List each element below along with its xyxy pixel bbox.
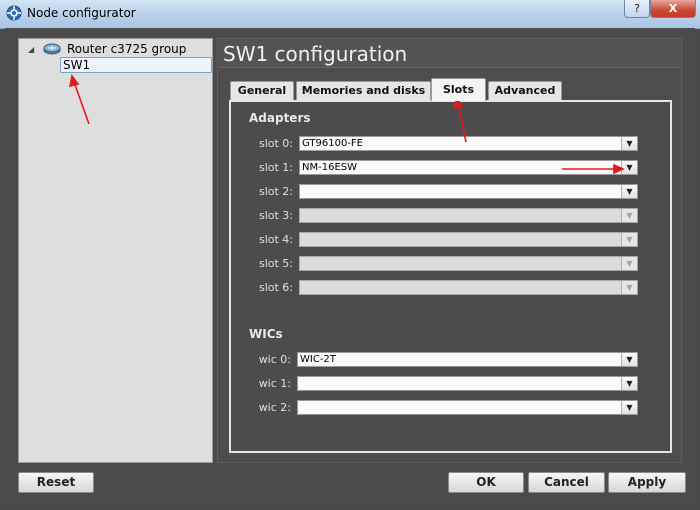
chevron-down-icon[interactable]: ▼ — [621, 401, 637, 414]
slot-2-label: slot 2: — [258, 185, 293, 198]
close-button[interactable]: X — [650, 0, 696, 18]
chevron-down-icon[interactable]: ▼ — [621, 377, 637, 390]
tree-group-label[interactable]: Router c3725 group — [67, 42, 186, 56]
window-title: Node configurator — [27, 6, 136, 20]
slot-0-label: slot 0: — [258, 137, 293, 150]
slot-2-select[interactable]: ▼ — [299, 184, 638, 199]
config-title: SW1 configuration — [219, 40, 680, 68]
slot-1-select[interactable]: NM-16ESW ▼ — [299, 160, 638, 175]
ok-button[interactable]: OK — [448, 472, 524, 493]
expand-arrow-icon[interactable]: ◢ — [28, 45, 34, 54]
chevron-down-icon: ▼ — [621, 209, 637, 222]
wic-1-label: wic 1: — [258, 377, 291, 390]
app-icon — [6, 5, 22, 21]
wic-2-select[interactable]: ▼ — [297, 400, 638, 415]
chevron-down-icon[interactable]: ▼ — [621, 161, 637, 174]
slot-6-select: ▼ — [299, 280, 638, 295]
tab-memories-and-disks[interactable]: Memories and disks — [296, 81, 431, 100]
tab-advanced[interactable]: Advanced — [488, 81, 562, 100]
apply-button[interactable]: Apply — [608, 472, 686, 493]
chevron-down-icon: ▼ — [621, 233, 637, 246]
slot-4-select: ▼ — [299, 232, 638, 247]
slot-0-value: GT96100-FE — [302, 138, 363, 149]
tree-item-sw1[interactable]: SW1 — [60, 57, 212, 73]
chevron-down-icon[interactable]: ▼ — [621, 353, 637, 366]
wics-section-title: WICs — [249, 327, 283, 341]
wic-0-value: WIC-2T — [300, 354, 336, 365]
cancel-button[interactable]: Cancel — [528, 472, 605, 493]
slot-3-label: slot 3: — [258, 209, 293, 222]
slot-6-label: slot 6: — [258, 281, 293, 294]
chevron-down-icon[interactable]: ▼ — [621, 137, 637, 150]
slot-0-select[interactable]: GT96100-FE ▼ — [299, 136, 638, 151]
adapters-section-title: Adapters — [249, 111, 311, 125]
router-icon — [43, 43, 61, 55]
slot-3-select: ▼ — [299, 208, 638, 223]
slot-5-label: slot 5: — [258, 257, 293, 270]
help-button[interactable]: ? — [624, 0, 650, 18]
wic-0-select[interactable]: WIC-2T ▼ — [297, 352, 638, 367]
tab-slots[interactable]: Slots — [431, 78, 486, 101]
wic-2-label: wic 2: — [258, 401, 291, 414]
node-tree: ◢ Router c3725 group SW1 — [18, 38, 213, 463]
slot-4-label: slot 4: — [258, 233, 293, 246]
wic-1-select[interactable]: ▼ — [297, 376, 638, 391]
slot-1-label: slot 1: — [258, 161, 293, 174]
chevron-down-icon: ▼ — [621, 257, 637, 270]
title-bar: Node configurator ? X — [0, 0, 700, 29]
chevron-down-icon: ▼ — [621, 281, 637, 294]
slot-5-select: ▼ — [299, 256, 638, 271]
tab-general[interactable]: General — [230, 81, 294, 100]
chevron-down-icon[interactable]: ▼ — [621, 185, 637, 198]
slot-1-value: NM-16ESW — [302, 162, 357, 173]
wic-0-label: wic 0: — [258, 353, 291, 366]
reset-button[interactable]: Reset — [18, 472, 94, 493]
